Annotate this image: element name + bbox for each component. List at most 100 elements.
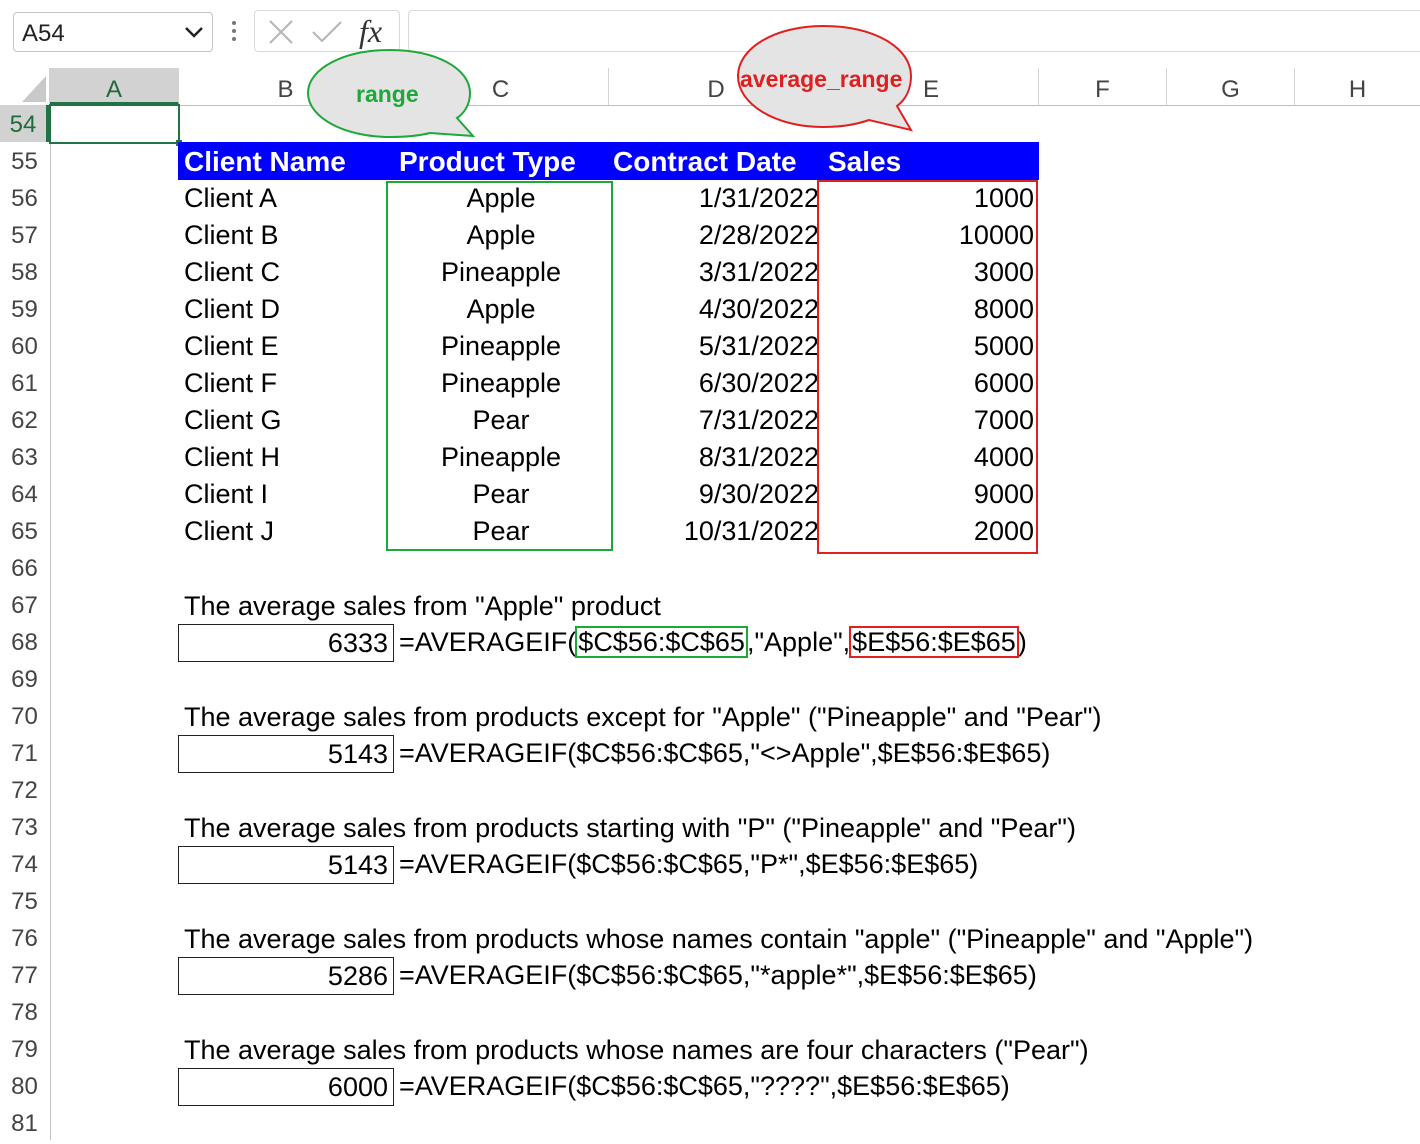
- row-header[interactable]: 81: [0, 1104, 49, 1141]
- row-header[interactable]: 55: [0, 142, 49, 179]
- fx-icon[interactable]: fx: [359, 13, 382, 50]
- column-header-row: A B C D E F G H: [0, 68, 1420, 106]
- row-header[interactable]: 54: [0, 105, 49, 142]
- row-header[interactable]: 70: [0, 697, 49, 734]
- formula-controls: fx: [254, 10, 400, 52]
- header-client-name[interactable]: Client Name: [184, 142, 346, 182]
- table-cell-date[interactable]: 6/30/2022: [609, 365, 819, 402]
- formula-range-part: $C$56:$C$65: [575, 626, 748, 658]
- example-description: The average sales from products whose na…: [184, 1035, 1089, 1065]
- table-cell-client[interactable]: Client A: [184, 180, 384, 217]
- row-header[interactable]: 77: [0, 956, 49, 993]
- row-header[interactable]: 68: [0, 623, 49, 660]
- row-header[interactable]: 78: [0, 993, 49, 1030]
- table-cell-client[interactable]: Client F: [184, 365, 384, 402]
- example-description: The average sales from products starting…: [184, 813, 1076, 843]
- row-header[interactable]: 65: [0, 512, 49, 549]
- result-value: 6333: [327, 628, 388, 658]
- table-cell-date[interactable]: 3/31/2022: [609, 254, 819, 291]
- row-header[interactable]: 69: [0, 660, 49, 697]
- row-header[interactable]: 63: [0, 438, 49, 475]
- table-cell-date[interactable]: 9/30/2022: [609, 476, 819, 513]
- result-cell[interactable]: 5143: [178, 735, 394, 773]
- column-header-f[interactable]: F: [1039, 68, 1167, 105]
- column-header-a[interactable]: A: [50, 68, 179, 105]
- average-range-callout-label: average_range: [740, 66, 903, 92]
- name-box[interactable]: A54: [13, 12, 213, 52]
- select-all-button[interactable]: [0, 68, 50, 105]
- select-all-triangle-icon: [22, 76, 46, 102]
- range-highlight-box: [386, 181, 613, 551]
- table-cell-date[interactable]: 2/28/2022: [609, 217, 819, 254]
- result-cell[interactable]: 6000: [178, 1068, 394, 1106]
- table-header: Client Name Product Type Contract Date S…: [178, 142, 1039, 180]
- row-header[interactable]: 72: [0, 771, 49, 808]
- table-cell-date[interactable]: 8/31/2022: [609, 439, 819, 476]
- example-formula: =AVERAGEIF($C$56:$C$65,"<>Apple",$E$56:$…: [399, 738, 1051, 768]
- row-header[interactable]: 66: [0, 549, 49, 586]
- example-description: The average sales from "Apple" product: [184, 591, 661, 621]
- formula-suffix: ): [1017, 627, 1027, 657]
- table-cell-client[interactable]: Client G: [184, 402, 384, 439]
- row-header[interactable]: 59: [0, 290, 49, 327]
- result-value: 5286: [327, 961, 388, 991]
- formula-bar: A54 fx: [0, 0, 1420, 64]
- header-contract-date[interactable]: Contract Date: [613, 142, 797, 182]
- example-formula: =AVERAGEIF($C$56:$C$65,"P*",$E$56:$E$65): [399, 849, 979, 879]
- table-cell-date[interactable]: 10/31/2022: [609, 513, 819, 550]
- example-formula: =AVERAGEIF($C$56:$C$65,"*apple*",$E$56:$…: [399, 960, 1037, 990]
- example-formula: =AVERAGEIF($C$56:$C$65,"Apple",$E$56:$E$…: [399, 624, 1027, 661]
- row-header[interactable]: 60: [0, 327, 49, 364]
- result-cell[interactable]: 6333: [178, 624, 394, 662]
- row-header[interactable]: 80: [0, 1067, 49, 1104]
- row-header[interactable]: 75: [0, 882, 49, 919]
- chevron-down-icon[interactable]: [182, 19, 206, 45]
- more-dots-icon[interactable]: [226, 16, 242, 46]
- name-box-value: A54: [22, 20, 65, 47]
- average-range-highlight-box: [817, 180, 1038, 554]
- row-header[interactable]: 79: [0, 1030, 49, 1067]
- table-cell-date[interactable]: 4/30/2022: [609, 291, 819, 328]
- table-cell-date[interactable]: 1/31/2022: [609, 180, 819, 217]
- table-cell-client[interactable]: Client I: [184, 476, 384, 513]
- formula-criteria-part: ,"Apple",: [746, 627, 851, 657]
- example-description: The average sales from products whose na…: [184, 924, 1254, 954]
- table-cell-client[interactable]: Client C: [184, 254, 384, 291]
- row-header[interactable]: 64: [0, 475, 49, 512]
- row-header[interactable]: 57: [0, 216, 49, 253]
- row-header[interactable]: 61: [0, 364, 49, 401]
- row-header[interactable]: 76: [0, 919, 49, 956]
- column-header-h[interactable]: H: [1295, 68, 1420, 105]
- table-cell-date[interactable]: 7/31/2022: [609, 402, 819, 439]
- row-header[interactable]: 56: [0, 179, 49, 216]
- result-cell[interactable]: 5286: [178, 957, 394, 995]
- table-cell-client[interactable]: Client H: [184, 439, 384, 476]
- range-callout-label: range: [356, 81, 419, 107]
- active-cell-a54[interactable]: [49, 104, 180, 144]
- header-product-type[interactable]: Product Type: [399, 142, 576, 182]
- result-cell[interactable]: 5143: [178, 846, 394, 884]
- formula-average-range-part: $E$56:$E$65: [849, 626, 1019, 658]
- column-header-g[interactable]: G: [1167, 68, 1295, 105]
- example-description: The average sales from products except f…: [184, 702, 1102, 732]
- row-header[interactable]: 67: [0, 586, 49, 623]
- result-value: 6000: [327, 1072, 388, 1102]
- row-header[interactable]: 73: [0, 808, 49, 845]
- row-header[interactable]: 62: [0, 401, 49, 438]
- table-cell-client[interactable]: Client B: [184, 217, 384, 254]
- row-header-column: 54 55 56 57 58 59 60 61 62 63 64 65 66 6…: [0, 105, 51, 1140]
- row-header[interactable]: 74: [0, 845, 49, 882]
- cancel-x-icon[interactable]: [267, 19, 295, 45]
- row-header[interactable]: 71: [0, 734, 49, 771]
- row-header[interactable]: 58: [0, 253, 49, 290]
- result-value: 5143: [327, 850, 388, 880]
- result-value: 5143: [327, 739, 388, 769]
- table-cell-client[interactable]: Client E: [184, 328, 384, 365]
- table-cell-date[interactable]: 5/31/2022: [609, 328, 819, 365]
- formula-prefix: =AVERAGEIF(: [399, 627, 577, 657]
- confirm-check-icon[interactable]: [311, 19, 343, 45]
- header-sales[interactable]: Sales: [828, 142, 901, 182]
- table-cell-client[interactable]: Client J: [184, 513, 384, 550]
- example-formula: =AVERAGEIF($C$56:$C$65,"????",$E$56:$E$6…: [399, 1071, 1010, 1101]
- table-cell-client[interactable]: Client D: [184, 291, 384, 328]
